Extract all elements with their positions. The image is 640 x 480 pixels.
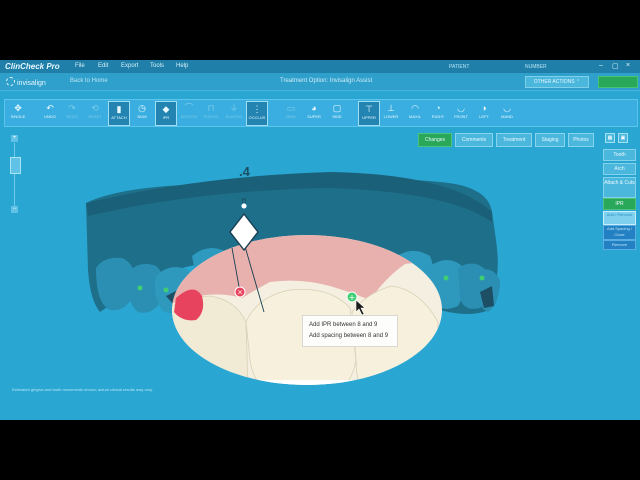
remove-ipr-glyph: ×: [237, 289, 243, 297]
lens-bottom: [172, 380, 442, 385]
3d-viewport[interactable]: ⊓ × +: [0, 60, 640, 420]
add-spacing-option[interactable]: Add spacing between 8 and 9: [309, 333, 388, 339]
add-ipr-option[interactable]: Add IPR between 8 and 9: [309, 322, 377, 328]
lock-handle: [240, 202, 248, 210]
ipr-marker: [479, 275, 485, 281]
ipr-tooltip: Add IPR between 8 and 9 Add spacing betw…: [302, 315, 398, 347]
app-window: ClinCheck Pro File Edit Export Tools Hel…: [0, 60, 640, 420]
ipr-marker: [443, 275, 449, 281]
add-ipr-glyph: +: [349, 293, 356, 302]
ipr-value[interactable]: .4: [239, 164, 250, 179]
ipr-marker: [137, 285, 143, 291]
ipr-marker: [163, 287, 169, 293]
disclaimer: Estimated gingiva and tooth movements sh…: [12, 387, 153, 392]
